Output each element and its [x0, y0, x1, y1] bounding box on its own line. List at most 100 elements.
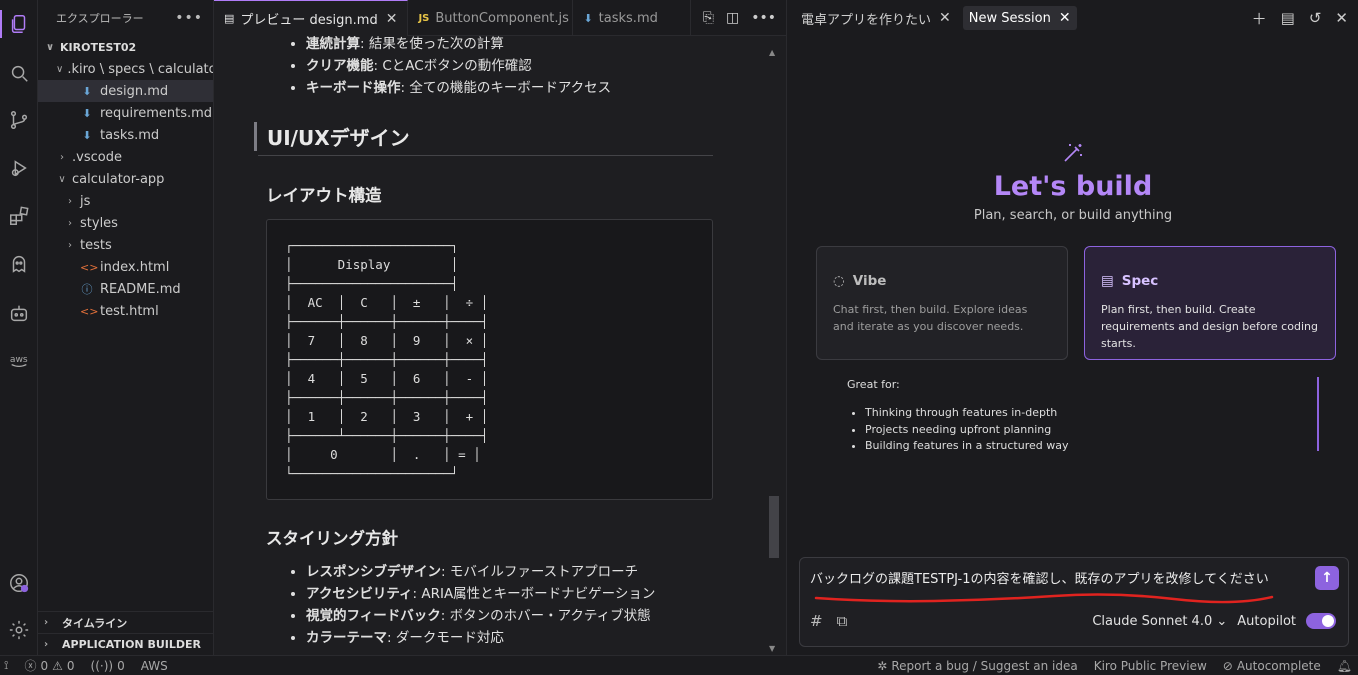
tab-preview-design[interactable]: ▤ プレビュー design.md ✕ — [214, 0, 409, 36]
red-underline-annotation — [814, 593, 1274, 604]
styling-heading-text: スタイリング方針 — [266, 529, 398, 548]
file-tree-label: design.md — [100, 83, 169, 99]
workspace-root[interactable]: ∨ KIROTEST02 — [38, 36, 213, 58]
aws-label: AWS — [140, 658, 168, 673]
chat-input-box[interactable]: バックログの課題TESTPJ-1の内容を確認し、既存のアプリを改修してください … — [799, 557, 1349, 647]
markdown-file-icon: ⬇ — [82, 106, 92, 120]
list-item-bold: レスポンシブデザイン — [306, 564, 441, 580]
file-tree-item[interactable]: › .vscode — [38, 146, 213, 168]
list-item: レスポンシブデザイン: モバイルファーストアプローチ — [306, 561, 726, 583]
timeline-section[interactable]: › タイムライン — [38, 611, 213, 633]
account-icon[interactable] — [0, 565, 38, 601]
close-icon[interactable]: ✕ — [1335, 9, 1348, 27]
chevron-right-icon: › — [44, 639, 49, 650]
aws-status[interactable]: AWS — [141, 659, 168, 673]
file-tree-item[interactable]: ⓘ README.md — [38, 278, 213, 300]
report-bug-link[interactable]: ✲ Report a bug / Suggest an idea — [877, 659, 1077, 673]
list-item-text: : CとACボタンの動作確認 — [373, 58, 532, 74]
problems-indicator[interactable]: ⓧ 0 ⚠ 0 — [24, 657, 74, 674]
source-control-icon[interactable] — [0, 102, 38, 138]
tab-button-component[interactable]: JS ButtonComponent.js — [408, 0, 574, 36]
file-tree-label: tests — [80, 237, 112, 253]
file-tree-label: tasks.md — [100, 127, 160, 143]
scrollbar-thumb[interactable] — [769, 496, 779, 558]
explorer-sidebar: エクスプローラー ••• ∨ KIROTEST02 › タイムライン › APP… — [38, 0, 214, 655]
chat-input[interactable]: バックログの課題TESTPJ-1の内容を確認し、既存のアプリを改修してください — [810, 568, 1269, 587]
tab-tasks[interactable]: ⬇ tasks.md — [573, 0, 692, 36]
error-icon: ⓧ — [24, 659, 37, 673]
split-editor-icon[interactable]: ◫ — [726, 10, 739, 26]
history-icon[interactable]: ↺ — [1309, 9, 1322, 27]
tab-label: プレビュー design.md — [240, 13, 378, 28]
editor-scrollbar[interactable]: ▲ ▼ — [768, 48, 780, 653]
scroll-down-icon[interactable]: ▼ — [769, 644, 775, 653]
app-builder-section[interactable]: › APPLICATION BUILDER — [38, 633, 213, 655]
file-tree-item[interactable]: › tests — [38, 234, 213, 256]
vibe-card-title: ◌ Vibe — [833, 273, 1051, 289]
search-icon[interactable] — [0, 55, 38, 91]
file-tree-label: .kiro \ specs \ calculato... — [67, 61, 213, 77]
robot-icon[interactable] — [0, 295, 38, 331]
clipboard-icon[interactable]: ▤ — [1281, 9, 1295, 27]
file-tree-item[interactable]: ⬇ tasks.md — [38, 124, 213, 146]
notifications-bell-icon[interactable]: 🔔︎ — [1337, 659, 1352, 673]
list-item-bold: キーボード操作 — [306, 80, 401, 96]
open-source-icon[interactable]: ⎘ — [703, 10, 714, 26]
file-tree-item[interactable]: › styles — [38, 212, 213, 234]
file-tree-item[interactable]: <> index.html — [38, 256, 213, 278]
file-tree-item[interactable]: <> test.html — [38, 300, 213, 322]
list-item-bold: 視覚的フィードバック — [306, 608, 441, 624]
close-icon[interactable]: ✕ — [1059, 10, 1071, 26]
markdown-file-icon: ⬇ — [583, 11, 593, 25]
chat-input-footer: # ⧉ Claude Sonnet 4.0 ⌄ Autopilot — [810, 610, 1336, 632]
explorer-icon[interactable] — [0, 6, 38, 42]
list-item-bold: アクセシビリティ — [306, 586, 413, 602]
scroll-up-icon[interactable]: ▲ — [769, 48, 775, 57]
more-actions-icon[interactable]: ••• — [751, 10, 776, 26]
more-actions-icon[interactable]: ••• — [175, 10, 203, 26]
remote-icon[interactable]: ⟟ — [4, 658, 8, 673]
file-tree-item[interactable]: › js — [38, 190, 213, 212]
vibe-card[interactable]: ◌ Vibe Chat first, then build. Explore i… — [816, 246, 1068, 360]
lets-build-heading: Let's build — [787, 171, 1358, 202]
hash-context-icon[interactable]: # — [810, 612, 823, 630]
session-tab-label: 電卓アプリを作りたい — [801, 12, 932, 28]
file-tree-label: requirements.md — [100, 105, 213, 121]
chevron-down-icon: ∨ — [45, 41, 55, 53]
spec-card[interactable]: ▤ Spec Plan first, then build. Create re… — [1084, 246, 1336, 360]
extensions-icon[interactable] — [0, 198, 38, 234]
plus-icon[interactable]: ＋ — [1252, 8, 1267, 29]
autopilot-toggle[interactable] — [1306, 613, 1336, 629]
chevron-right-icon: › — [68, 239, 72, 251]
html-file-icon: <> — [80, 260, 99, 274]
chat-actions: ＋ ▤ ↺ ✕ — [1252, 0, 1348, 36]
subheading-text: Plan, search, or build anything — [973, 208, 1173, 223]
ports-indicator[interactable]: ((·)) 0 — [91, 659, 125, 673]
kiro-ghost-icon[interactable] — [0, 246, 38, 282]
close-icon[interactable]: ✕ — [386, 11, 398, 27]
file-tree-item[interactable]: ⬇ design.md — [38, 80, 213, 102]
autocomplete-status[interactable]: ⊘ Autocomplete — [1223, 659, 1321, 673]
tab-label: ButtonComponent.js — [435, 10, 569, 26]
great-for-section: Great for: Thinking through features in-… — [847, 378, 1327, 455]
chevron-right-icon: › — [68, 217, 72, 229]
list-item-bold: クリア機能 — [306, 58, 374, 74]
great-for-item: Thinking through features in-depth — [865, 405, 1327, 422]
session-tab-new[interactable]: New Session ✕ — [962, 6, 1077, 30]
activity-bar: aws — [0, 0, 38, 655]
kiro-preview-status[interactable]: Kiro Public Preview — [1094, 659, 1207, 673]
session-tab-calculator[interactable]: 電卓アプリを作りたい ✕ — [795, 6, 957, 30]
model-selector[interactable]: Claude Sonnet 4.0 ⌄ — [1092, 614, 1227, 629]
settings-gear-icon[interactable] — [0, 612, 38, 648]
image-attach-icon[interactable]: ⧉ — [837, 612, 848, 630]
file-tree-label: .vscode — [72, 149, 122, 165]
file-tree-item[interactable]: ∨ calculator-app — [38, 168, 213, 190]
aws-icon[interactable]: aws — [0, 342, 38, 378]
file-tree-item[interactable]: ⬇ requirements.md — [38, 102, 213, 124]
file-tree-item[interactable]: ∨ .kiro \ specs \ calculato... — [38, 58, 213, 80]
list-item-bold: 連続計算 — [306, 36, 360, 52]
send-button[interactable]: ↑ — [1315, 566, 1339, 590]
run-debug-icon[interactable] — [0, 150, 38, 186]
close-icon[interactable]: ✕ — [939, 10, 951, 26]
svg-text:aws: aws — [10, 354, 28, 365]
